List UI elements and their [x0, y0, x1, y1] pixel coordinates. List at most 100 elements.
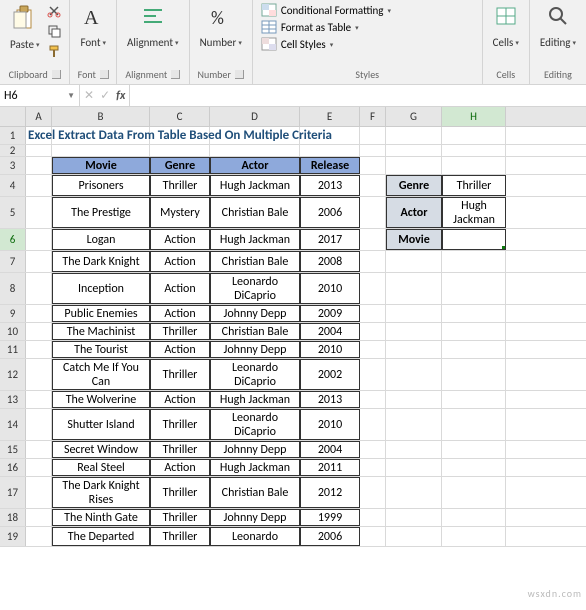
- cell[interactable]: [386, 305, 442, 322]
- cell[interactable]: Genre: [386, 175, 442, 196]
- cell[interactable]: [386, 441, 442, 458]
- cell[interactable]: [442, 477, 506, 508]
- row-header[interactable]: 12: [0, 359, 26, 390]
- cell[interactable]: [386, 359, 442, 390]
- row-header[interactable]: 15: [0, 441, 26, 458]
- row-header[interactable]: 9: [0, 305, 26, 322]
- row-header[interactable]: 18: [0, 509, 26, 526]
- format-painter-button[interactable]: [45, 42, 63, 60]
- cell[interactable]: Johnny Depp: [210, 509, 300, 526]
- cell[interactable]: 2008: [300, 251, 360, 272]
- row-header[interactable]: 6: [0, 229, 26, 250]
- paste-button[interactable]: Paste▾: [6, 2, 43, 53]
- cell[interactable]: Christian Bale: [210, 477, 300, 508]
- cell[interactable]: [360, 229, 386, 250]
- row-header[interactable]: 10: [0, 323, 26, 340]
- cell[interactable]: Action: [150, 229, 210, 250]
- cell[interactable]: Catch Me If You Can: [52, 359, 150, 390]
- cell[interactable]: [360, 527, 386, 546]
- cell[interactable]: 2012: [300, 477, 360, 508]
- cell[interactable]: [360, 391, 386, 408]
- cell[interactable]: 2006: [300, 197, 360, 228]
- col-header[interactable]: E: [300, 107, 360, 126]
- cell[interactable]: [386, 527, 442, 546]
- cell[interactable]: [26, 197, 52, 228]
- cell[interactable]: [386, 323, 442, 340]
- col-header[interactable]: F: [360, 107, 386, 126]
- cell[interactable]: Hugh Jackman: [210, 459, 300, 476]
- row-header[interactable]: 4: [0, 175, 26, 196]
- cell[interactable]: Action: [150, 391, 210, 408]
- cell[interactable]: [360, 509, 386, 526]
- row-header[interactable]: 1: [0, 127, 26, 144]
- cell[interactable]: [26, 273, 52, 304]
- cell[interactable]: Action: [150, 273, 210, 304]
- cell[interactable]: [442, 509, 506, 526]
- cell[interactable]: 1999: [300, 509, 360, 526]
- cell[interactable]: The Wolverine: [52, 391, 150, 408]
- cell[interactable]: Real Steel: [52, 459, 150, 476]
- cell[interactable]: [442, 441, 506, 458]
- dialog-launcher-icon[interactable]: [100, 70, 109, 79]
- cell[interactable]: Genre: [150, 157, 210, 174]
- select-all-corner[interactable]: [0, 107, 26, 126]
- cell[interactable]: [360, 359, 386, 390]
- cell[interactable]: [442, 459, 506, 476]
- cell[interactable]: [26, 527, 52, 546]
- dialog-launcher-icon[interactable]: [52, 70, 61, 79]
- fx-icon[interactable]: fx: [116, 89, 125, 103]
- cell[interactable]: The Tourist: [52, 341, 150, 358]
- formula-input[interactable]: [130, 85, 586, 106]
- row-header[interactable]: 2: [0, 145, 26, 156]
- row-header[interactable]: 16: [0, 459, 26, 476]
- cell[interactable]: [442, 409, 506, 440]
- cell[interactable]: Mystery: [150, 197, 210, 228]
- cell[interactable]: Johnny Depp: [210, 441, 300, 458]
- col-header[interactable]: D: [210, 107, 300, 126]
- cell[interactable]: 2011: [300, 459, 360, 476]
- cell[interactable]: [442, 145, 506, 156]
- cell[interactable]: 2013: [300, 391, 360, 408]
- cell[interactable]: [26, 175, 52, 196]
- cell[interactable]: [386, 459, 442, 476]
- cell[interactable]: 2006: [300, 527, 360, 546]
- cell[interactable]: The Machinist: [52, 323, 150, 340]
- cell[interactable]: [386, 127, 442, 144]
- number-button[interactable]: % Number▾: [196, 2, 246, 51]
- cell[interactable]: [360, 341, 386, 358]
- cell[interactable]: [26, 145, 52, 156]
- cell[interactable]: Christian Bale: [210, 323, 300, 340]
- cell[interactable]: Shutter Island: [52, 409, 150, 440]
- cell[interactable]: [26, 441, 52, 458]
- cell[interactable]: The Ninth Gate: [52, 509, 150, 526]
- cell[interactable]: Leonardo: [210, 527, 300, 546]
- cell[interactable]: [442, 127, 506, 144]
- font-button[interactable]: A Font▾: [76, 2, 110, 51]
- row-header[interactable]: 8: [0, 273, 26, 304]
- cell[interactable]: Action: [150, 251, 210, 272]
- cell[interactable]: Action: [150, 305, 210, 322]
- cell[interactable]: Leonardo DiCaprio: [210, 409, 300, 440]
- cell[interactable]: 2002: [300, 359, 360, 390]
- cell[interactable]: [360, 409, 386, 440]
- cell[interactable]: Actor: [210, 157, 300, 174]
- cell[interactable]: [360, 251, 386, 272]
- cell[interactable]: [442, 157, 506, 174]
- cell[interactable]: Thriller: [442, 175, 506, 196]
- cell[interactable]: The Dark Knight: [52, 251, 150, 272]
- copy-button[interactable]: [45, 22, 63, 40]
- cell[interactable]: Johnny Depp: [210, 341, 300, 358]
- cancel-formula-icon[interactable]: ✕: [84, 88, 94, 103]
- row-header[interactable]: 7: [0, 251, 26, 272]
- cell[interactable]: Action: [150, 341, 210, 358]
- cell[interactable]: The Prestige: [52, 197, 150, 228]
- cell[interactable]: [386, 341, 442, 358]
- cell[interactable]: [26, 157, 52, 174]
- format-as-table-button[interactable]: Format as Table▾: [259, 19, 393, 35]
- cell[interactable]: Thriller: [150, 509, 210, 526]
- cell[interactable]: Thriller: [150, 477, 210, 508]
- cell[interactable]: [26, 391, 52, 408]
- cell[interactable]: [442, 323, 506, 340]
- cell[interactable]: Hugh Jackman: [210, 391, 300, 408]
- cell[interactable]: [360, 145, 386, 156]
